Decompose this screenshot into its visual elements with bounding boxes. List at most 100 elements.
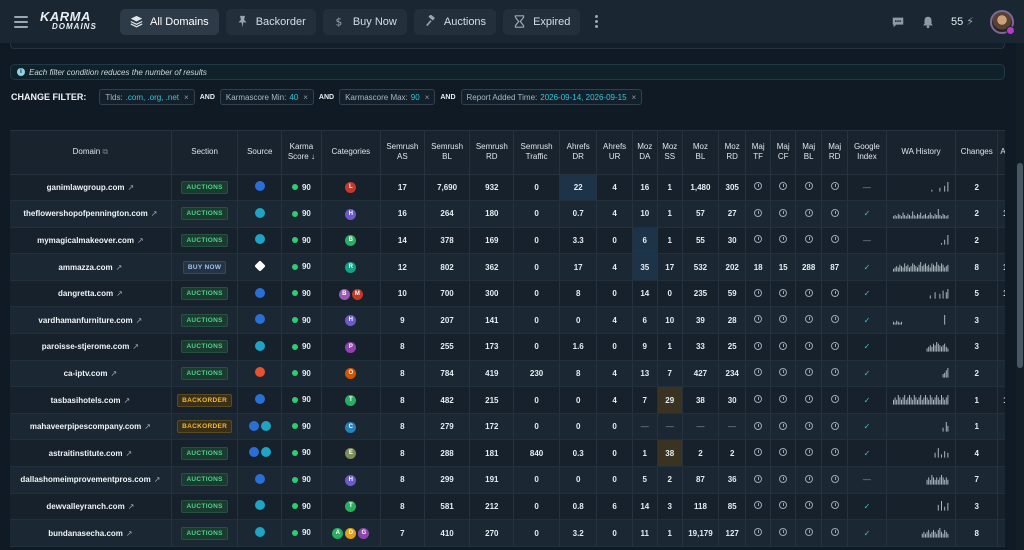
column-header[interactable]: Domain ⧉ [10, 131, 172, 175]
column-header[interactable]: Ahrefs UR [596, 131, 633, 175]
domain-name[interactable]: ammazza.com [58, 263, 112, 272]
table-row[interactable]: mahaveerpipescompany.com ↗ BACKORDER 90 C 8 27… [10, 413, 1005, 441]
category-badge[interactable]: H [345, 474, 357, 486]
wa-history-cell[interactable] [886, 306, 957, 335]
close-icon[interactable]: × [632, 93, 637, 102]
nav-backorder[interactable]: Backorder [225, 8, 316, 35]
section-badge[interactable]: AUCTIONS [181, 340, 228, 354]
column-header[interactable]: Categories [321, 131, 381, 175]
domain-name[interactable]: dewvalleyranch.com [46, 502, 124, 511]
column-header[interactable]: Moz DA [632, 131, 658, 175]
domain-name[interactable]: astraitinstitute.com [49, 449, 123, 458]
category-badge[interactable]: B [345, 235, 357, 247]
source-logo-icon[interactable] [260, 447, 271, 458]
category-badge[interactable]: T [345, 395, 357, 407]
filter-chip[interactable]: Report Added Time: 2026-09-14, 2026-09-15… [460, 89, 643, 105]
category-badge[interactable]: B [338, 288, 350, 300]
source-logo-icon[interactable] [254, 473, 265, 484]
source-logo-icon[interactable] [254, 314, 265, 325]
external-link-icon[interactable]: ↗ [154, 475, 161, 484]
domain-name[interactable]: ganimlawgroup.com [47, 183, 125, 192]
table-row[interactable]: dallashomeimprovementpros.com ↗ AUCTIONS 90… [10, 466, 1005, 494]
source-logo-icon[interactable] [248, 447, 259, 458]
section-badge[interactable]: BACKORDER [177, 393, 233, 407]
external-link-icon[interactable]: ↗ [144, 422, 151, 431]
domain-cell[interactable]: dewvalleyranch.com ↗ [10, 493, 172, 521]
domain-cell[interactable]: mymagicalmakeover.com ↗ [10, 227, 172, 255]
domain-cell[interactable]: bundanasecha.com ↗ [10, 519, 172, 547]
close-icon[interactable]: × [303, 93, 308, 102]
domain-cell[interactable]: ca-iptv.com ↗ [10, 360, 172, 388]
wa-history-cell[interactable] [886, 493, 957, 521]
column-header[interactable]: Moz SS [657, 131, 683, 175]
domain-name[interactable]: bundanasecha.com [48, 529, 123, 538]
table-row[interactable]: vardhamanfurniture.com ↗ AUCTIONS 90 H 9 207 14… [10, 306, 1005, 335]
domain-cell[interactable]: mahaveerpipescompany.com ↗ [10, 413, 172, 441]
scrollbar-thumb[interactable] [1017, 163, 1023, 368]
domain-name[interactable]: tasbasihotels.com [51, 396, 121, 405]
table-row[interactable]: ganimlawgroup.com ↗ AUCTIONS 90 L 17 7,690 932 0… [10, 174, 1005, 202]
domain-cell[interactable]: dallashomeimprovementpros.com ↗ [10, 466, 172, 494]
category-badge[interactable]: D [345, 528, 357, 540]
column-header[interactable]: Google Index [847, 131, 887, 175]
domain-cell[interactable]: theflowershopofpennington.com ↗ [10, 200, 172, 228]
column-header[interactable]: Maj BL [795, 131, 823, 175]
domain-cell[interactable]: astraitinstitute.com ↗ [10, 439, 172, 468]
source-logo-icon[interactable] [254, 287, 265, 298]
table-row[interactable]: bundanasecha.com ↗ AUCTIONS 90 A D G 7 410 270 0 3.… [10, 519, 1005, 547]
source-logo-icon[interactable] [254, 527, 265, 538]
table-row[interactable]: paroisse-stjerome.com ↗ AUCTIONS 90 P 8 255 173… [10, 333, 1005, 361]
bell-icon[interactable] [921, 15, 935, 29]
category-badge[interactable]: A [332, 528, 344, 540]
external-link-icon[interactable]: ↗ [123, 396, 130, 405]
external-link-icon[interactable]: ↗ [116, 289, 123, 298]
credits-counter[interactable]: 55 ⚡ [951, 15, 974, 29]
close-icon[interactable]: × [425, 93, 430, 102]
nav-buy-now[interactable]: $ Buy Now [322, 8, 407, 35]
source-logo-icon[interactable] [254, 260, 266, 272]
page-scrollbar[interactable] [1016, 43, 1024, 550]
wa-history-cell[interactable] [886, 466, 957, 494]
external-link-icon[interactable]: ↗ [136, 316, 143, 325]
section-badge[interactable]: BACKORDER [177, 420, 233, 434]
source-logo-icon[interactable] [254, 367, 265, 378]
filter-chip[interactable]: Tlds: .com, .org, .net × [99, 89, 195, 105]
column-header[interactable]: Section [171, 131, 239, 175]
wa-history-cell[interactable] [886, 439, 957, 468]
close-icon[interactable]: × [184, 93, 189, 102]
domain-name[interactable]: paroisse-stjerome.com [42, 342, 130, 351]
table-row[interactable]: astraitinstitute.com ↗ AUCTIONS 90 E 8 288 181 8… [10, 439, 1005, 468]
external-link-icon[interactable]: ↗ [132, 342, 139, 351]
column-header[interactable]: Age [997, 131, 1005, 175]
category-badge[interactable]: L [345, 182, 357, 194]
category-badge[interactable]: T [345, 501, 357, 513]
column-header[interactable]: Karma Score ↓ [281, 131, 322, 175]
category-badge[interactable]: R [345, 262, 357, 274]
column-header[interactable]: Moz BL [682, 131, 720, 175]
menu-icon[interactable] [14, 15, 28, 28]
filter-chip[interactable]: Karmascore Max: 90 × [339, 89, 436, 105]
wa-history-cell[interactable] [886, 280, 957, 308]
category-badge[interactable]: E [345, 448, 357, 460]
nav-auctions[interactable]: Auctions [413, 8, 497, 35]
domain-cell[interactable]: dangretta.com ↗ [10, 280, 172, 308]
user-avatar[interactable] [990, 9, 1015, 35]
category-badge[interactable]: M [351, 288, 363, 300]
external-link-icon[interactable]: ↗ [126, 529, 133, 538]
section-badge[interactable]: AUCTIONS [181, 526, 228, 540]
wa-history-cell[interactable] [886, 174, 957, 202]
external-link-icon[interactable]: ↗ [125, 449, 132, 458]
category-badge[interactable]: G [358, 528, 370, 540]
table-row[interactable]: dewvalleyranch.com ↗ AUCTIONS 90 T 8 581 212 0 0.… [10, 493, 1005, 521]
external-link-icon[interactable]: ↗ [128, 502, 135, 511]
filter-chip[interactable]: Karmascore Min: 40 × [219, 89, 314, 105]
column-header[interactable]: Semrush BL [424, 131, 471, 175]
table-row[interactable]: ammazza.com ↗ BUY NOW 90 R 12 802 362 0 17 4 35 17 53… [10, 253, 1005, 281]
category-badge[interactable]: O [345, 368, 357, 380]
source-logo-icon[interactable] [254, 181, 265, 192]
column-header[interactable]: WA History [886, 131, 957, 175]
source-logo-icon[interactable] [254, 394, 265, 405]
column-header[interactable]: Semrush AS [380, 131, 425, 175]
domain-name[interactable]: theflowershopofpennington.com [23, 209, 147, 218]
wa-history-cell[interactable] [886, 360, 957, 388]
